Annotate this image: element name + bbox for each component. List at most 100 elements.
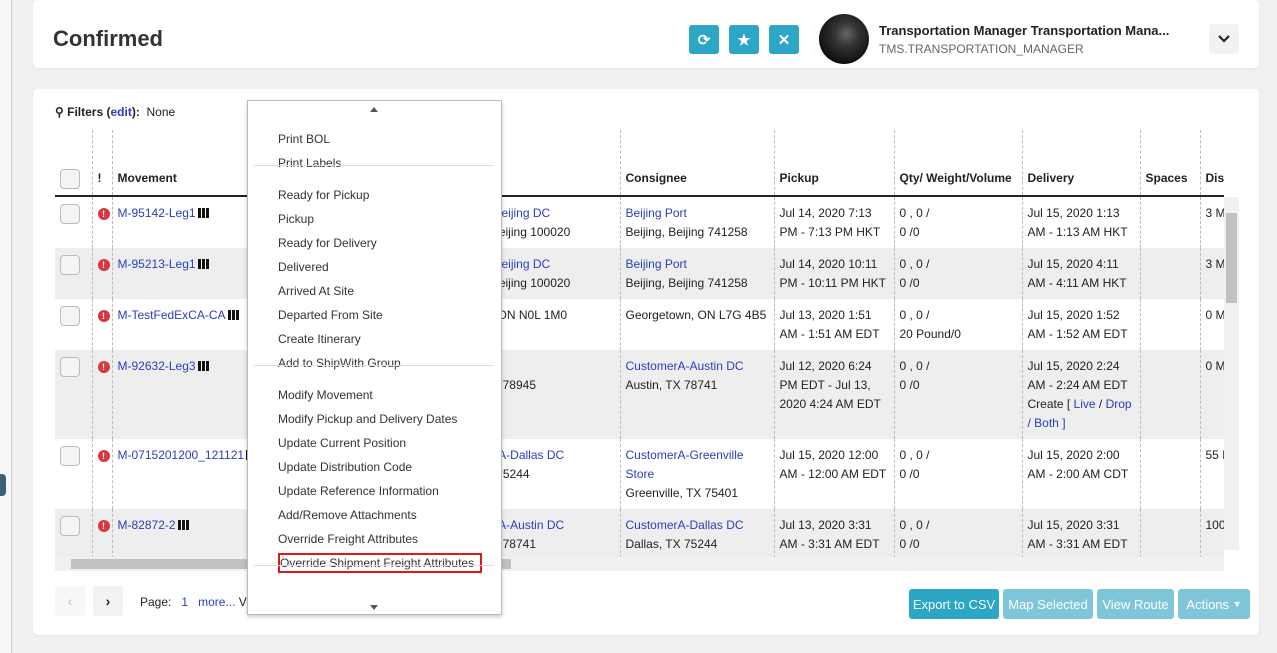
alert-cell: ! [92,248,113,299]
scroll-down-arrow-icon[interactable] [370,605,378,610]
sidebar-toggle-tab[interactable] [0,474,6,496]
table-row[interactable]: !M-92632-Leg3Port, TX 78945CustomerA-Aus… [55,350,1224,439]
alert-icon: ! [97,361,110,373]
vertical-scroll-thumb[interactable] [1226,213,1237,303]
column-header-delivery[interactable]: Delivery [1022,130,1141,197]
scroll-up-arrow-icon[interactable] [370,107,378,112]
consignee-link[interactable]: Beijing Port [626,204,769,223]
spaces-cell [1140,350,1201,439]
row-checkbox[interactable] [60,357,80,377]
menu-item-pickup[interactable]: Pickup [278,211,314,227]
menu-item-update-reference-information[interactable]: Update Reference Information [278,483,439,499]
favorite-button[interactable]: ★ [729,25,759,54]
table-row[interactable]: ! M-95213-Leg1 rA-Beijing DC g, Beijing 100… [55,248,1224,299]
more-pages-link[interactable]: more... [198,595,235,609]
horizontal-scrollbar[interactable] [55,557,1224,571]
map-icon[interactable] [197,208,209,218]
filters-edit-link[interactable]: edit [111,105,132,119]
consignee-link[interactable]: CustomerA-Austin DC [626,357,769,376]
movement-link[interactable]: M-92632-Leg3 [118,359,196,373]
movement-link[interactable]: M-95213-Leg1 [118,257,196,271]
row-checkbox[interactable] [60,204,80,224]
filters-bar: ⚲ Filters (edit): None [55,105,176,119]
consignee-link[interactable]: Beijing Port [626,255,769,274]
movement-link[interactable]: M-82872-2 [118,518,176,532]
row-checkbox[interactable] [60,446,80,466]
movement-link[interactable]: M-0715201200_121121 [118,448,245,462]
map-icon[interactable] [197,361,209,371]
row-checkbox[interactable] [60,306,80,326]
menu-item-delivered[interactable]: Delivered [278,259,329,275]
page-1-link[interactable]: 1 [181,595,188,609]
pickup-date: Jul 12, 2020 6:24 PM EDT - Jul 13, 2020 … [779,359,881,411]
menu-item-arrived-at-site[interactable]: Arrived At Site [278,283,354,299]
menu-item-add-to-shipwith-group[interactable]: Add to ShipWith Group [278,355,401,371]
close-button[interactable]: ✕ [769,25,799,54]
map-icon[interactable] [177,520,189,530]
menu-item-ready-for-pickup[interactable]: Ready for Pickup [278,187,369,203]
menu-divider [254,565,494,566]
qty-line-1: 0 , 0 / [899,359,930,373]
movement-link[interactable]: M-TestFedExCA-CA [118,308,226,322]
table-row[interactable]: ! M-82872-2 merA-Austin DC, TX 78741 Custom… [55,509,1224,557]
consignee-address: Beijing, Beijing 741258 [625,225,748,239]
alert-cell: ! [92,509,113,557]
delivery-cell: Jul 15, 2020 3:31 AM - 3:31 AM EDT [1022,509,1141,557]
qty-line-1: 0 , 0 / [899,206,930,220]
menu-item-ready-for-delivery[interactable]: Ready for Delivery [278,235,377,251]
map-icon[interactable] [197,259,209,269]
column-header-pickup[interactable]: Pickup [774,130,895,197]
alert-icon: ! [97,259,110,271]
table-row[interactable]: ! M-TestFedExCA-CA be, ON N0L 1M0 Georgetow… [55,299,1224,350]
column-header-alert[interactable]: ! [92,130,113,197]
menu-item-override-freight-attributes[interactable]: Override Freight Attributes [278,531,418,547]
select-all-checkbox[interactable] [60,169,80,189]
create-drop-link[interactable]: Drop [1106,397,1132,411]
table-row[interactable]: ! M-0715201200_121121 merA-Dallas DC TX 752… [55,439,1224,509]
consignee-cell: Georgetown, ON L7G 4B5 [620,299,775,350]
menu-item-update-distribution-code[interactable]: Update Distribution Code [278,459,412,475]
column-header-qty-weight-volume[interactable]: Qty/ Weight/Volume [894,130,1023,197]
row-checkbox[interactable] [60,516,80,536]
table-row[interactable]: ! M-95142-Leg1 rA-Beijing DC g, Beijing 100… [55,196,1224,248]
map-selected-button[interactable]: Map Selected [1003,589,1093,619]
pickup-cell: Jul 14, 2020 10:11 PM - 10:11 PM HKT [774,248,895,299]
menu-item-modify-movement[interactable]: Modify Movement [278,387,373,403]
menu-item-print-bol[interactable]: Print BOL [278,131,330,147]
alert-icon: ! [97,208,110,220]
page-title: Confirmed [53,26,163,51]
vertical-scrollbar[interactable] [1224,197,1239,550]
user-menu-button[interactable] [1209,24,1239,54]
chevron-right-icon: › [105,593,111,609]
delivery-cell: Jul 15, 2020 2:24 AM - 2:24 AM EDT Create… [1022,350,1141,439]
refresh-button[interactable]: ⟳ [689,25,719,54]
qty-line-1: 0 , 0 / [899,518,930,532]
pickup-date: Jul 14, 2020 10:11 PM - 10:11 PM HKT [779,257,886,290]
consignee-link[interactable]: CustomerA-Dallas DC [626,516,769,535]
create-live-link[interactable]: Live [1074,397,1096,411]
row-checkbox[interactable] [60,255,80,275]
column-header-spaces[interactable]: Spaces [1140,130,1201,197]
movement-link[interactable]: M-95142-Leg1 [118,206,196,220]
consignee-link[interactable]: CustomerA-Greenville Store [626,446,769,484]
menu-item-modify-pickup-and-delivery-dates[interactable]: Modify Pickup and Delivery Dates [278,411,457,427]
column-header-distance[interactable]: Distan [1200,130,1224,197]
distance-cell: 100 [1200,509,1224,557]
menu-item-override-shipment-freight-attributes[interactable]: Override Shipment Freight Attributes [278,553,483,573]
column-header-consignee[interactable]: Consignee [620,130,775,197]
prev-page-button[interactable]: ‹ [55,586,85,616]
view-route-button[interactable]: View Route [1097,589,1174,619]
menu-item-add-remove-attachments[interactable]: Add/Remove Attachments [278,507,417,523]
menu-item-print-labels[interactable]: Print Labels [278,155,341,171]
map-icon[interactable] [227,310,239,320]
actions-button[interactable]: Actions ▼ [1178,589,1250,619]
menu-item-create-itinerary[interactable]: Create Itinerary [278,331,361,347]
consignee-cell: Beijing Port Beijing, Beijing 741258 [620,196,775,248]
distance-cell: 3 M [1200,196,1224,248]
create-both-link[interactable]: / Both ] [1028,416,1066,430]
export-csv-button[interactable]: Export to CSV [909,589,999,619]
spaces-cell [1140,196,1201,248]
menu-item-update-current-position[interactable]: Update Current Position [278,435,406,451]
next-page-button[interactable]: › [93,586,123,616]
menu-item-departed-from-site[interactable]: Departed From Site [278,307,383,323]
